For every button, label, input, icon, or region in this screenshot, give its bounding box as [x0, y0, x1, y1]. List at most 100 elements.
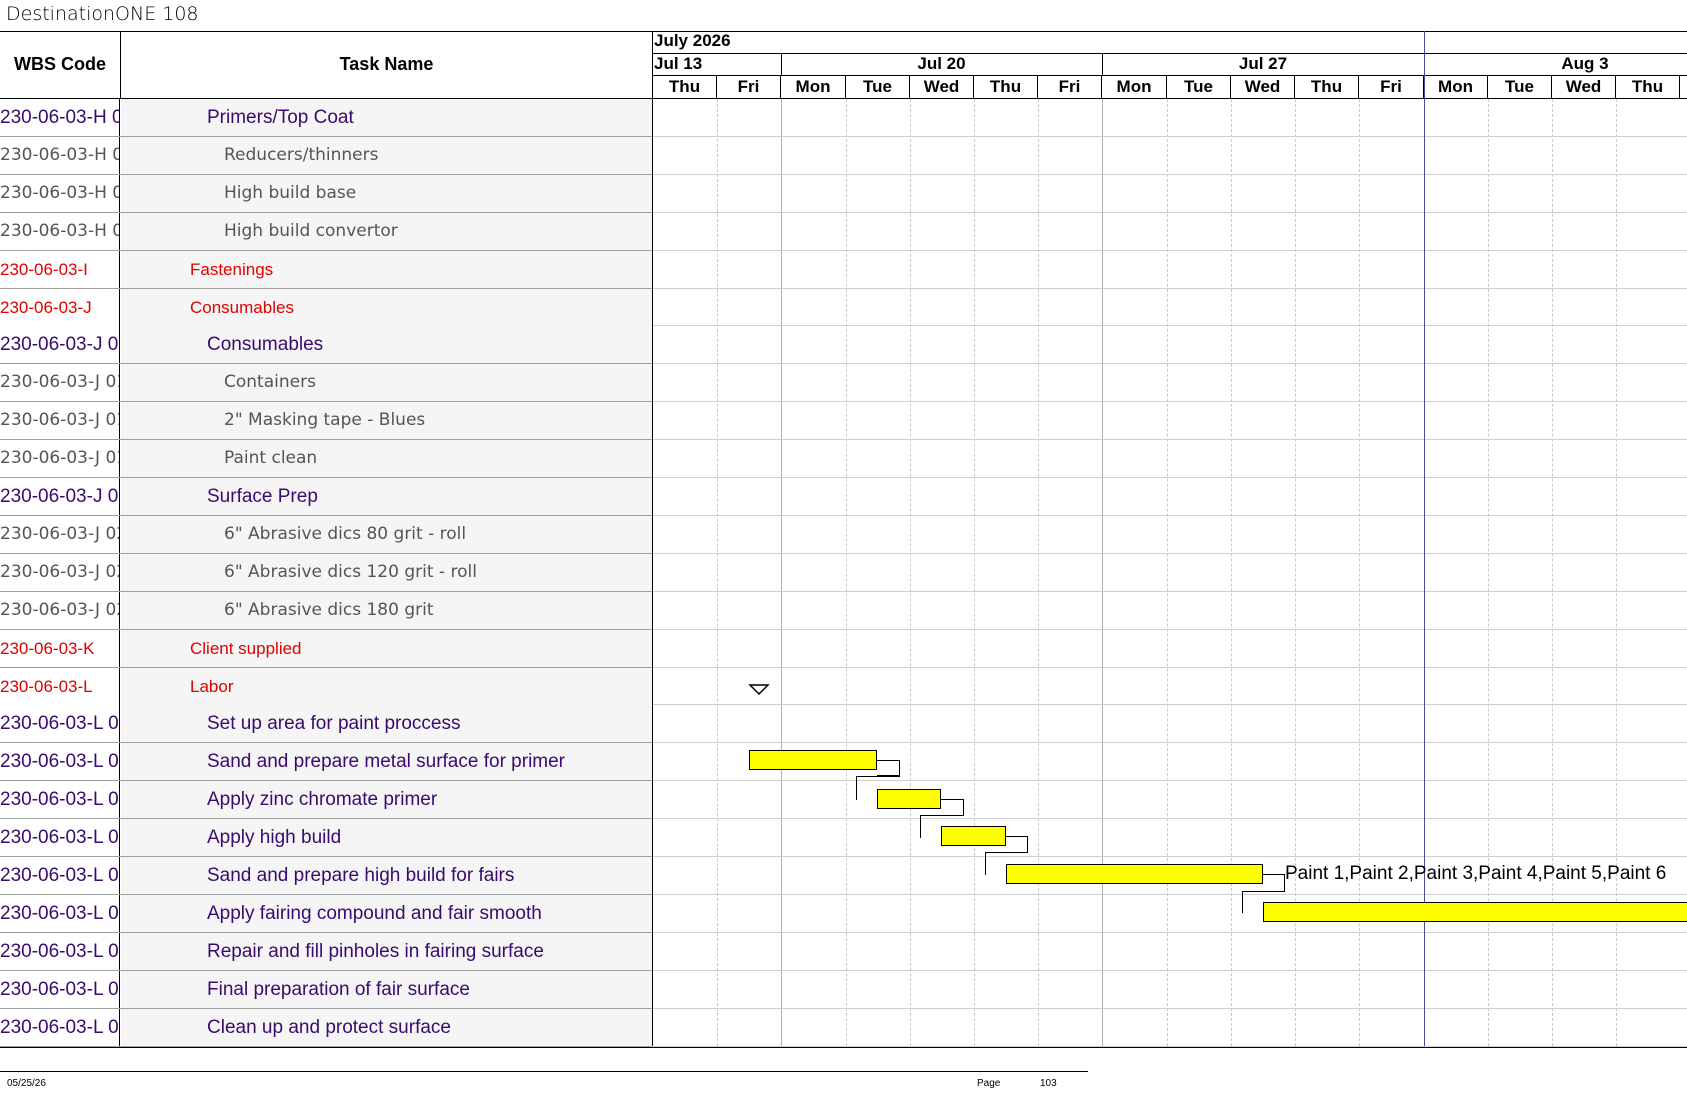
- task-name-cell[interactable]: 2" Masking tape - Blues: [121, 402, 652, 439]
- wbs-code-cell[interactable]: 230-06-03-L 0: [0, 971, 120, 1008]
- task-name-cell[interactable]: Apply zinc chromate primer: [121, 781, 652, 818]
- task-name-column-header[interactable]: Task Name: [121, 31, 652, 99]
- task-name-cell[interactable]: Fastenings: [121, 251, 652, 288]
- task-name-cell[interactable]: Repair and fill pinholes in fairing surf…: [121, 933, 652, 970]
- table-row[interactable]: 230-06-03-J 01 Containers: [0, 364, 652, 402]
- task-name-cell[interactable]: High build base: [121, 175, 652, 212]
- wbs-code-cell[interactable]: 230-06-03-J 01: [0, 402, 120, 439]
- task-name-cell[interactable]: 6" Abrasive dics 180 grit: [121, 592, 652, 629]
- table-chart-separator[interactable]: [652, 31, 653, 1046]
- table-row[interactable]: 230-06-03-J 0 Consumables: [0, 326, 652, 364]
- table-row[interactable]: 230-06-03-L 0 Apply zinc chromate primer: [0, 781, 652, 819]
- wbs-code-cell[interactable]: 230-06-03-J 0: [0, 326, 120, 363]
- grid-column-line: [910, 99, 911, 1046]
- table-row[interactable]: 230-06-03-L 0 Clean up and protect surfac…: [0, 1009, 652, 1047]
- grid-row-line: [653, 363, 1687, 364]
- gantt-bar-zinc-primer[interactable]: [877, 789, 941, 809]
- task-name-cell[interactable]: Consumables: [121, 326, 652, 363]
- table-row[interactable]: 230-06-03-L 0 Apply fairing compound and …: [0, 895, 652, 933]
- wbs-code-cell[interactable]: 230-06-03-H 02: [0, 175, 120, 212]
- table-row[interactable]: 230-06-03-L 0 Set up area for paint procc…: [0, 705, 652, 743]
- task-name-cell[interactable]: Set up area for paint proccess: [121, 705, 652, 742]
- dependency-link: [941, 799, 964, 815]
- wbs-code-cell[interactable]: 230-06-03-J: [0, 289, 120, 326]
- dependency-link: [1006, 836, 1028, 852]
- grid-column-line: [974, 99, 975, 1046]
- grid-row-line: [653, 553, 1687, 554]
- wbs-code-cell[interactable]: 230-06-03-J 02: [0, 592, 120, 629]
- table-row[interactable]: 230-06-03-J 02 6" Abrasive dics 120 grit …: [0, 554, 652, 592]
- wbs-code-cell[interactable]: 230-06-03-L 0: [0, 819, 120, 856]
- table-row[interactable]: 230-06-03-I Fastenings: [0, 251, 652, 289]
- table-row[interactable]: 230-06-03-L 0 Apply high build: [0, 819, 652, 857]
- task-name-cell[interactable]: Final preparation of fair surface: [121, 971, 652, 1008]
- wbs-code-cell[interactable]: 230-06-03-L: [0, 668, 120, 705]
- gantt-bar-sand-high-build[interactable]: [1006, 864, 1263, 884]
- table-row[interactable]: 230-06-03-H 02Reducers/thinners: [0, 137, 652, 175]
- task-name-cell[interactable]: Containers: [121, 364, 652, 401]
- wbs-code-cell[interactable]: 230-06-03-L 0: [0, 781, 120, 818]
- task-name-cell[interactable]: Surface Prep: [121, 478, 652, 515]
- wbs-code-cell[interactable]: 230-06-03-K: [0, 630, 120, 667]
- gantt-bar-high-build[interactable]: [941, 826, 1006, 846]
- wbs-code-cell[interactable]: 230-06-03-J 0: [0, 478, 120, 515]
- table-row[interactable]: 230-06-03-K Client supplied: [0, 630, 652, 668]
- task-name-cell[interactable]: Apply fairing compound and fair smooth: [121, 895, 652, 932]
- grid-row-line: [653, 477, 1687, 478]
- wbs-code-cell[interactable]: 230-06-03-H 0: [0, 99, 120, 136]
- table-row[interactable]: 230-06-03-J Consumables: [0, 289, 652, 327]
- task-name-cell[interactable]: Labor: [121, 668, 652, 705]
- grid-row-line: [653, 212, 1687, 213]
- task-name-cell[interactable]: Consumables: [121, 289, 652, 326]
- table-row[interactable]: 230-06-03-L 0 Sand and prepare high build…: [0, 857, 652, 895]
- grid-column-line: [1038, 99, 1039, 1046]
- table-row[interactable]: 230-06-03-J 02 6" Abrasive dics 80 grit -…: [0, 516, 652, 554]
- wbs-code-cell[interactable]: 230-06-03-J 02: [0, 516, 120, 553]
- grid-row-line: [653, 667, 1687, 668]
- table-row[interactable]: 230-06-03-L 0 Final preparation of fair s…: [0, 971, 652, 1009]
- task-name-cell[interactable]: Paint clean: [121, 440, 652, 477]
- table-row[interactable]: 230-06-03-J 02 6" Abrasive dics 180 grit: [0, 592, 652, 630]
- wbs-code-cell[interactable]: 230-06-03-L 0: [0, 743, 120, 780]
- wbs-code-cell[interactable]: 230-06-03-J 01: [0, 364, 120, 401]
- wbs-code-cell[interactable]: 230-06-03-I: [0, 251, 120, 288]
- day-label: Fri: [1359, 76, 1424, 98]
- table-row[interactable]: 230-06-03-H 02High build base: [0, 175, 652, 213]
- header-bottom: [653, 98, 1687, 99]
- wbs-code-cell[interactable]: 230-06-03-L 0: [0, 933, 120, 970]
- grid-row-line: [653, 780, 1687, 781]
- table-row[interactable]: 230-06-03-J 0 Surface Prep: [0, 478, 652, 516]
- wbs-code-cell[interactable]: 230-06-03-L 0: [0, 857, 120, 894]
- wbs-code-cell[interactable]: 230-06-03-H 02: [0, 137, 120, 174]
- task-name-cell[interactable]: Apply high build: [121, 819, 652, 856]
- task-name-cell[interactable]: Sand and prepare metal surface for prime…: [121, 743, 652, 780]
- table-row[interactable]: 230-06-03-H 0 Primers/Top Coat: [0, 99, 652, 137]
- wbs-column-header[interactable]: WBS Code: [0, 31, 121, 99]
- grid-row-line: [653, 932, 1687, 933]
- table-row[interactable]: 230-06-03-J 01 Paint clean: [0, 440, 652, 478]
- task-name-cell[interactable]: Reducers/thinners: [121, 137, 652, 174]
- wbs-code-cell[interactable]: 230-06-03-L 0: [0, 1009, 120, 1046]
- table-row[interactable]: 230-06-03-L Labor: [0, 668, 652, 706]
- wbs-code-cell[interactable]: 230-06-03-L 0: [0, 895, 120, 932]
- task-name-cell[interactable]: High build convertor: [121, 213, 652, 250]
- task-name-cell[interactable]: Primers/Top Coat: [121, 99, 652, 136]
- table-row[interactable]: 230-06-03-J 01 2" Masking tape - Blues: [0, 402, 652, 440]
- task-name-cell[interactable]: Client supplied: [121, 630, 652, 667]
- wbs-code-cell[interactable]: 230-06-03-H 02: [0, 213, 120, 250]
- wbs-code-cell[interactable]: 230-06-03-J 02: [0, 554, 120, 591]
- gantt-bar-fairing[interactable]: [1263, 902, 1687, 922]
- gantt-bar-sand-metal[interactable]: [749, 750, 877, 770]
- table-row[interactable]: 230-06-03-L 0 Sand and prepare metal surf…: [0, 743, 652, 781]
- task-name-cell[interactable]: 6" Abrasive dics 80 grit - roll: [121, 516, 652, 553]
- table-row[interactable]: 230-06-03-H 02High build convertor: [0, 213, 652, 251]
- table-row[interactable]: 230-06-03-L 0 Repair and fill pinholes in…: [0, 933, 652, 971]
- grid-row-line: [653, 970, 1687, 971]
- month-label: July 2026: [654, 31, 731, 50]
- task-name-cell[interactable]: 6" Abrasive dics 120 grit - roll: [121, 554, 652, 591]
- task-name-cell[interactable]: Sand and prepare high build for fairs: [121, 857, 652, 894]
- grid-column-line: [1167, 99, 1168, 1046]
- wbs-code-cell[interactable]: 230-06-03-L 0: [0, 705, 120, 742]
- wbs-code-cell[interactable]: 230-06-03-J 01: [0, 440, 120, 477]
- task-name-cell[interactable]: Clean up and protect surface: [121, 1009, 652, 1046]
